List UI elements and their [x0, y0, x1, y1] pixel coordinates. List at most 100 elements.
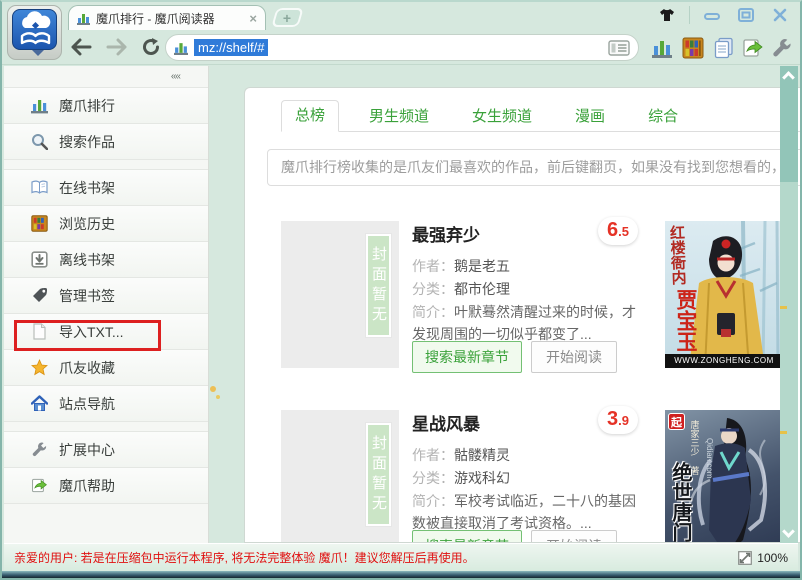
search-icon: [32, 134, 48, 150]
book-author: 作者：骷髅精灵: [412, 447, 510, 463]
app-menu-button[interactable]: [7, 5, 62, 60]
ranking-favicon-icon: [174, 42, 188, 55]
score-badge: 3.9: [598, 406, 638, 434]
book-category: 分类：游戏科幻: [412, 470, 510, 486]
vertical-scrollbar[interactable]: [780, 66, 798, 543]
sidebar-item-site-nav[interactable]: 站点导航: [4, 386, 208, 422]
start-reading-button[interactable]: 开始阅读: [531, 341, 617, 373]
scrollbar-thumb[interactable]: [780, 66, 798, 182]
cover-site-url: Qidian.com: [705, 438, 714, 479]
wrench-icon: [773, 39, 791, 57]
sidebar-item-label: 离线书架: [59, 251, 115, 268]
copy-pages-toolbar-button[interactable]: [712, 36, 736, 60]
sidebar-group-gap: [4, 422, 208, 432]
sidebar-item-history[interactable]: 浏览历史: [4, 206, 208, 242]
book-category: 分类：都市伦理: [412, 281, 510, 297]
url-text[interactable]: mz://shelf/#: [194, 39, 269, 56]
help-share-icon: [32, 478, 47, 493]
open-book-icon: [31, 180, 48, 194]
star-icon: [31, 359, 48, 376]
tag-icon: [33, 287, 48, 302]
sparkle-decoration: [216, 395, 220, 399]
back-arrow-icon: [71, 38, 92, 56]
cover-placeholder[interactable]: 封面暂无: [281, 410, 399, 542]
sidebar-item-search[interactable]: 搜索作品: [4, 124, 208, 160]
wrench-icon: [32, 442, 47, 457]
sidebar-item-favorites[interactable]: 爪友收藏: [4, 350, 208, 386]
minimize-icon: [704, 13, 720, 20]
book-row: 封面暂无 最强弃少 作者：鹅是老五 分类：都市伦理 简介：叶默蓦然清醒过来的时候…: [281, 217, 800, 386]
scrollbar-marker: [780, 431, 787, 434]
pages-icon: [714, 37, 733, 59]
scrollbar-marker: [780, 306, 787, 309]
reading-list-icon[interactable]: [608, 39, 630, 56]
qidian-logo: 起: [668, 413, 685, 430]
tab-male-channel[interactable]: 男生频道: [356, 102, 442, 131]
skin-button[interactable]: [655, 7, 679, 23]
start-reading-button[interactable]: 开始阅读: [531, 530, 617, 542]
search-latest-chapter-button[interactable]: 搜索最新章节: [412, 530, 522, 542]
zoom-control[interactable]: 100%: [738, 551, 788, 565]
sidebar-item-label: 站点导航: [59, 395, 115, 412]
bar-chart-icon: [31, 100, 48, 114]
browser-tab[interactable]: 魔爪排行 - 魔爪阅读器 ×: [68, 5, 266, 30]
book-cover-image[interactable]: 红楼衙内 贾宝玉 WWW.ZONGHENG.COM: [665, 221, 783, 368]
sidebar-item-offline-shelf[interactable]: 离线书架: [4, 242, 208, 278]
book-intro: 简介：叶默蓦然清醒过来的时候，才发现周围的一切似乎都变了...: [412, 304, 636, 342]
status-warning-text: 亲爱的用户: 若是在压缩包中运行本程序, 将无法完整体验 魔爪！建议您解压后再使…: [14, 551, 475, 565]
content-panel: 总榜 男生频道 女生频道 漫画 综合 魔爪排行榜收集的是爪友们最喜欢的作品，前后…: [244, 87, 800, 543]
forward-button[interactable]: [104, 34, 130, 60]
sidebar-item-ranking[interactable]: 魔爪排行: [4, 88, 208, 124]
sidebar-item-label: 浏览历史: [59, 215, 115, 232]
cover-series-title: 红楼衙内: [667, 224, 687, 286]
settings-toolbar-button[interactable]: [770, 36, 794, 60]
search-latest-chapter-button[interactable]: 搜索最新章节: [412, 341, 522, 373]
sidebar-item-label: 魔爪帮助: [59, 477, 115, 494]
maximize-button[interactable]: [734, 7, 758, 23]
book-row: 封面暂无 星战风暴 作者：骷髅精灵 分类：游戏科幻 简介：军校考试临近，二十八的…: [281, 406, 800, 542]
sidebar-item-import-txt[interactable]: 导入TXT...: [4, 314, 208, 350]
app-logo-icon: [12, 9, 57, 50]
book-author: 作者：鹅是老五: [412, 258, 510, 274]
sidebar-item-label: 搜索作品: [59, 133, 115, 150]
tab-comics[interactable]: 漫画: [562, 102, 618, 131]
sidebar-item-online-shelf[interactable]: 在线书架: [4, 170, 208, 206]
new-tab-button[interactable]: +: [271, 8, 304, 27]
cover-placeholder[interactable]: 封面暂无: [281, 221, 399, 368]
book-intro: 简介：军校考试临近，二十八的基因数被直接取消了考试资格。...: [412, 493, 636, 531]
sidebar-item-help[interactable]: 魔爪帮助: [4, 468, 208, 504]
close-button[interactable]: [768, 7, 792, 23]
back-button[interactable]: [68, 34, 94, 60]
plus-icon: +: [283, 9, 292, 26]
app-window: 魔爪排行 - 魔爪阅读器 × + mz://shelf/# «« 魔爪排行 搜索…: [0, 0, 802, 580]
sidebar: «« 魔爪排行 搜索作品 在线书架 浏览历史 离线书架 管理书签 导入TXT..…: [4, 66, 209, 543]
tab-overall[interactable]: 总榜: [281, 100, 340, 132]
book-cover-image[interactable]: 起 唐家三少 著 Qidian.com 绝世唐门: [665, 410, 783, 542]
sidebar-item-bookmarks[interactable]: 管理书签: [4, 278, 208, 314]
sidebar-group-gap: [4, 160, 208, 170]
tab-misc[interactable]: 综合: [635, 102, 691, 131]
score-badge: 6.5: [598, 217, 638, 245]
tab-female-channel[interactable]: 女生频道: [459, 102, 545, 131]
tab-close-icon[interactable]: ×: [249, 11, 257, 26]
sidebar-item-extensions[interactable]: 扩展中心: [4, 432, 208, 468]
minimize-button[interactable]: [700, 7, 724, 23]
forward-arrow-icon: [106, 38, 127, 56]
no-cover-banner: 封面暂无: [366, 234, 391, 337]
address-bar[interactable]: mz://shelf/#: [165, 34, 639, 61]
ranking-favicon-icon: [77, 13, 90, 25]
share-toolbar-button[interactable]: [741, 36, 765, 60]
ranking-notice: 魔爪排行榜收集的是爪友们最喜欢的作品，前后键翻页，如果没有找到您想看的，: [267, 149, 800, 186]
blank-page-icon: [33, 323, 46, 340]
refresh-button[interactable]: [138, 34, 164, 60]
sparkle-decoration: [210, 386, 216, 392]
scroll-down-icon[interactable]: [782, 525, 795, 538]
cover-site-url: WWW.ZONGHENG.COM: [665, 354, 783, 368]
share-icon: [743, 39, 763, 57]
bookshelf-toolbar-button[interactable]: [681, 36, 705, 60]
tab-title: 魔爪排行 - 魔爪阅读器: [96, 11, 215, 26]
sidebar-item-label: 扩展中心: [59, 441, 115, 458]
ranking-toolbar-button[interactable]: [650, 36, 674, 60]
close-icon: [773, 8, 787, 22]
sidebar-collapse-button[interactable]: ««: [171, 71, 181, 82]
